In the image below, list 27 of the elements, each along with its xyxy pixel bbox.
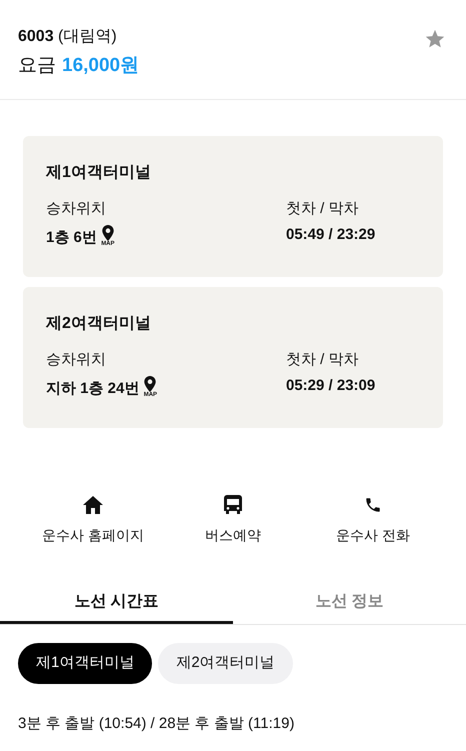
tab[interactable]: 노선 정보 [233,582,466,624]
stop-name: 제2여객터미널 [46,314,151,334]
home-icon [82,496,103,514]
bus-icon [224,495,242,515]
boarding-position: 지하 1층 24번 [46,379,140,399]
fare-amount: 16,000원 [62,54,140,78]
tab[interactable]: 노선 시간표 [0,582,233,624]
departure-info: 3분 후 출발 (10:54) / 28분 후 출발 (11:19) [17,714,296,734]
map-pin-icon [143,376,158,392]
boarding-position: 1층 6번 [46,228,97,248]
terminal-chip[interactable]: 제1여객터미널 [18,643,152,684]
route-title: 6003 (대림역) [18,27,118,47]
map-pin-icon [100,225,115,241]
terminal-chip[interactable]: 제2여객터미널 [158,643,293,684]
action-button[interactable]: 버스예약 [205,494,261,544]
fare-label: 요금 [18,54,56,78]
boarding-label: 승차위치 [46,350,106,370]
phone-icon [364,496,382,514]
action-button[interactable]: 운수사 전화 [336,494,410,544]
time-label: 첫차 / 막차 [286,350,359,370]
first-last-times: 05:49 / 23:29 [286,225,376,245]
star-icon[interactable] [424,28,446,50]
boarding-label: 승차위치 [46,199,106,219]
action-button[interactable]: 운수사 홈페이지 [42,494,144,544]
time-label: 첫차 / 막차 [286,199,359,219]
stop-name: 제1여객터미널 [46,163,151,183]
first-last-times: 05:29 / 23:09 [286,376,376,396]
